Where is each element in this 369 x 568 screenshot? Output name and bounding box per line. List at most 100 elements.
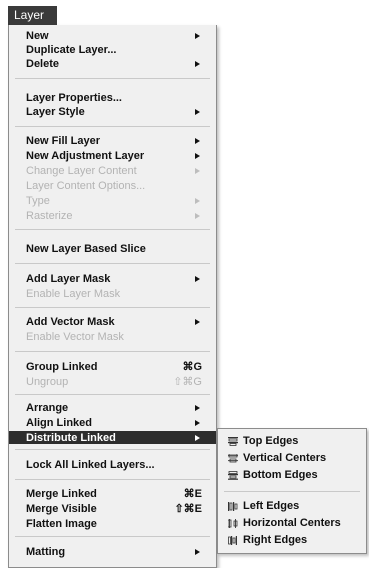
menubar-layer-title[interactable]: Layer: [8, 6, 57, 25]
menu-item-label: Layer Style: [26, 106, 85, 118]
menu-item-label: Layer Properties...: [26, 92, 122, 104]
menu-item-label: Ungroup: [26, 376, 69, 388]
submenu-item-left-edges[interactable]: Left Edges: [218, 499, 366, 514]
menu-item-label: Distribute Linked: [26, 432, 116, 444]
distribute-linked-submenu: Top Edges Vertical Centers Bottom Edges …: [217, 428, 367, 554]
menu-item-duplicate-layer[interactable]: Duplicate Layer...: [9, 43, 216, 57]
menu-item-label: Add Vector Mask: [26, 316, 115, 328]
menu-item-add-layer-mask[interactable]: Add Layer Mask: [9, 272, 216, 286]
submenu-arrow-icon: [195, 405, 200, 411]
menu-separator: [15, 449, 210, 450]
menu-item-label: Enable Layer Mask: [26, 288, 121, 300]
submenu-arrow-icon: [195, 168, 200, 174]
menu-item-ungroup: Ungroup ⇧⌘G: [9, 375, 216, 389]
submenu-arrow-icon: [195, 153, 200, 159]
menu-item-new[interactable]: New: [9, 29, 216, 43]
distribute-vertical-centers-icon: [228, 454, 238, 463]
menu-separator: [15, 351, 210, 352]
layer-menu: New Duplicate Layer... Delete Layer Prop…: [8, 25, 217, 568]
menu-item-type: Type: [9, 194, 216, 208]
menu-separator: [15, 394, 210, 395]
menu-item-label: Group Linked: [26, 361, 98, 373]
menu-item-label: Change Layer Content: [26, 165, 137, 177]
submenu-arrow-icon: [195, 319, 200, 325]
submenu-separator: [224, 491, 360, 492]
menu-separator: [15, 536, 210, 537]
submenu-item-right-edges[interactable]: Right Edges: [218, 533, 366, 548]
menu-item-arrange[interactable]: Arrange: [9, 401, 216, 415]
submenu-arrow-icon: [195, 138, 200, 144]
menu-item-label: Lock All Linked Layers...: [26, 459, 155, 471]
menu-separator: [15, 263, 210, 264]
menu-item-distribute-linked[interactable]: Distribute Linked: [9, 431, 216, 444]
submenu-item-horizontal-centers[interactable]: Horizontal Centers: [218, 516, 366, 531]
submenu-arrow-icon: [195, 435, 200, 441]
menu-item-align-linked[interactable]: Align Linked: [9, 416, 216, 430]
submenu-arrow-icon: [195, 276, 200, 282]
menu-separator: [15, 479, 210, 480]
submenu-arrow-icon: [195, 109, 200, 115]
submenu-arrow-icon: [195, 198, 200, 204]
submenu-item-label: Top Edges: [243, 435, 299, 447]
menu-item-enable-layer-mask: Enable Layer Mask: [9, 287, 216, 301]
menu-item-label: Enable Vector Mask: [26, 331, 124, 343]
menu-separator: [15, 229, 210, 230]
menu-item-label: New Layer Based Slice: [26, 243, 146, 255]
distribute-bottom-edges-icon: [228, 471, 238, 480]
submenu-item-top-edges[interactable]: Top Edges: [218, 434, 366, 449]
distribute-top-edges-icon: [228, 437, 238, 446]
menu-item-merge-visible[interactable]: Merge Visible ⇧⌘E: [9, 502, 216, 516]
menu-item-label: Add Layer Mask: [26, 273, 111, 285]
menu-item-enable-vector-mask: Enable Vector Mask: [9, 330, 216, 344]
submenu-item-label: Bottom Edges: [243, 469, 318, 481]
submenu-item-label: Vertical Centers: [243, 452, 327, 464]
menu-separator: [15, 78, 210, 79]
menu-item-label: New: [26, 30, 49, 42]
menu-item-lock-all-linked-layers[interactable]: Lock All Linked Layers...: [9, 458, 216, 472]
menu-item-label: Align Linked: [26, 417, 92, 429]
menu-item-rasterize: Rasterize: [9, 209, 216, 223]
menu-item-label: Matting: [26, 546, 66, 558]
submenu-item-bottom-edges[interactable]: Bottom Edges: [218, 468, 366, 483]
menu-item-label: Layer Content Options...: [26, 180, 146, 192]
menu-item-label: New Fill Layer: [26, 135, 100, 147]
menu-item-flatten-image[interactable]: Flatten Image: [9, 517, 216, 531]
menu-item-label: Merge Linked: [26, 488, 97, 500]
menu-item-label: Rasterize: [26, 210, 73, 222]
submenu-arrow-icon: [195, 549, 200, 555]
distribute-right-edges-icon: [228, 536, 237, 545]
submenu-arrow-icon: [195, 61, 200, 67]
menu-item-shortcut: ⌘E: [183, 488, 202, 500]
menu-item-layer-properties[interactable]: Layer Properties...: [9, 91, 216, 105]
menu-item-new-fill-layer[interactable]: New Fill Layer: [9, 134, 216, 148]
menu-item-add-vector-mask[interactable]: Add Vector Mask: [9, 315, 216, 329]
submenu-item-label: Right Edges: [243, 534, 308, 546]
menu-item-label: Duplicate Layer...: [26, 44, 117, 56]
menu-item-layer-style[interactable]: Layer Style: [9, 105, 216, 119]
menu-item-label: Delete: [26, 58, 60, 70]
menu-item-label: Type: [26, 195, 50, 207]
submenu-arrow-icon: [195, 420, 200, 426]
menu-item-change-layer-content: Change Layer Content: [9, 164, 216, 178]
menu-item-shortcut: ⌘G: [182, 361, 202, 373]
menu-item-label: New Adjustment Layer: [26, 150, 145, 162]
menu-separator: [15, 307, 210, 308]
menu-item-delete[interactable]: Delete: [9, 57, 216, 71]
submenu-arrow-icon: [195, 213, 200, 219]
submenu-item-label: Left Edges: [243, 500, 300, 512]
menu-item-shortcut: ⇧⌘G: [173, 376, 202, 388]
submenu-item-vertical-centers[interactable]: Vertical Centers: [218, 451, 366, 466]
menu-item-group-linked[interactable]: Group Linked ⌘G: [9, 360, 216, 374]
menu-item-layer-content-options: Layer Content Options...: [9, 179, 216, 193]
menu-item-shortcut: ⇧⌘E: [174, 503, 202, 515]
menu-item-merge-linked[interactable]: Merge Linked ⌘E: [9, 487, 216, 501]
distribute-horizontal-centers-icon: [228, 519, 238, 528]
menu-separator: [15, 126, 210, 127]
menu-item-new-adjustment-layer[interactable]: New Adjustment Layer: [9, 149, 216, 163]
menu-item-new-layer-based-slice[interactable]: New Layer Based Slice: [9, 242, 216, 256]
menu-item-matting[interactable]: Matting: [9, 545, 216, 559]
submenu-item-label: Horizontal Centers: [243, 517, 341, 529]
menu-item-label: Merge Visible: [26, 503, 97, 515]
menu-item-label: Arrange: [26, 402, 69, 414]
distribute-left-edges-icon: [228, 502, 238, 511]
